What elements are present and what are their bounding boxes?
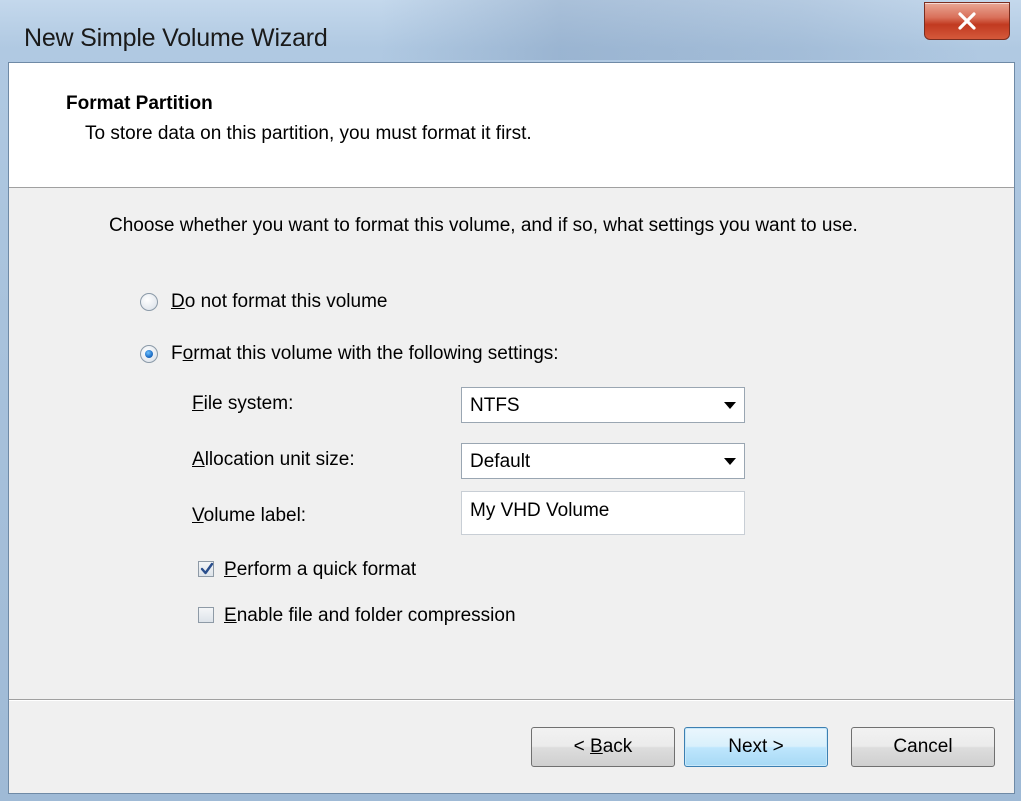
allocation-unit-size-value: Default bbox=[470, 451, 531, 472]
window-title: New Simple Volume Wizard bbox=[24, 24, 328, 52]
allocation-unit-size-label: Allocation unit size: bbox=[192, 449, 355, 470]
file-system-dropdown[interactable]: NTFS bbox=[461, 387, 745, 423]
footer-divider bbox=[9, 699, 1014, 701]
quick-format-label[interactable]: Perform a quick format bbox=[224, 559, 416, 581]
volume-label-input[interactable]: My VHD Volume bbox=[461, 491, 745, 535]
compression-label[interactable]: Enable file and folder compression bbox=[224, 605, 516, 627]
close-icon bbox=[958, 12, 976, 30]
do-not-format-radio[interactable] bbox=[140, 293, 158, 311]
volume-label-label: Volume label: bbox=[192, 505, 307, 526]
volume-label-value: My VHD Volume bbox=[470, 500, 610, 521]
quick-format-checkbox[interactable] bbox=[198, 561, 214, 577]
allocation-unit-size-dropdown[interactable]: Default bbox=[461, 443, 745, 479]
titlebar-background bbox=[380, 0, 980, 60]
wizard-client-area: Format Partition To store data on this p… bbox=[8, 62, 1015, 794]
chevron-down-icon bbox=[724, 402, 736, 409]
compression-checkbox[interactable] bbox=[198, 607, 214, 623]
chevron-down-icon bbox=[724, 458, 736, 465]
cancel-button[interactable]: Cancel bbox=[851, 727, 995, 767]
file-system-label: File system: bbox=[192, 393, 294, 414]
instruction-text: Choose whether you want to format this v… bbox=[109, 215, 858, 236]
file-system-value: NTFS bbox=[470, 395, 520, 416]
page-subtitle: To store data on this partition, you mus… bbox=[85, 123, 532, 144]
wizard-header: Format Partition To store data on this p… bbox=[9, 63, 1014, 188]
next-button[interactable]: Next > bbox=[684, 727, 828, 767]
do-not-format-label[interactable]: Do not format this volume bbox=[171, 291, 388, 313]
format-volume-radio[interactable] bbox=[140, 345, 158, 363]
page-title: Format Partition bbox=[66, 93, 213, 114]
checkmark-icon bbox=[200, 562, 214, 575]
back-button[interactable]: < Back bbox=[531, 727, 675, 767]
close-button[interactable] bbox=[924, 2, 1010, 40]
window-frame: New Simple Volume Wizard Format Partitio… bbox=[0, 0, 1021, 801]
format-volume-label[interactable]: Format this volume with the following se… bbox=[171, 343, 559, 365]
